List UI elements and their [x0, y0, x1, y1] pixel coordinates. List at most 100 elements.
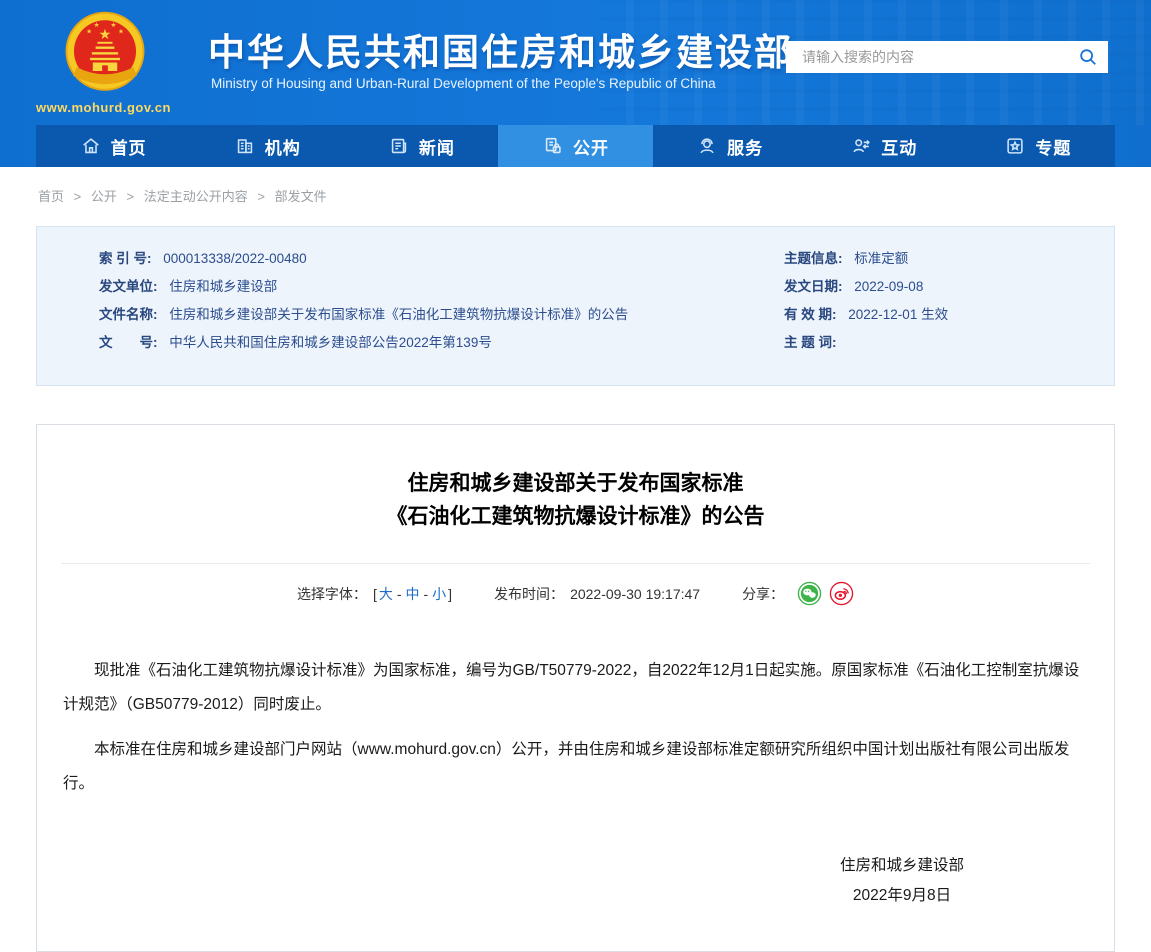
signature-org: 住房和城乡建设部 [839, 857, 964, 874]
info-row-topic-info: 主题信息: 标准定额 [784, 251, 1114, 266]
info-value: 住房和城乡建设部 [169, 279, 278, 294]
weibo-share-icon[interactable] [829, 581, 854, 606]
nav-item-home[interactable]: 首页 [36, 125, 190, 167]
svg-text:★: ★ [94, 22, 100, 29]
font-size-dash: - [396, 585, 402, 602]
info-label: 发文单位: [99, 279, 158, 294]
font-size-small[interactable]: 小 [432, 584, 446, 604]
info-value: 000013338/2022-00480 [163, 251, 307, 266]
info-label: 发文日期: [784, 279, 843, 294]
font-size-large[interactable]: 大 [379, 584, 393, 604]
article-panel: 住房和城乡建设部关于发布国家标准 《石油化工建筑物抗爆设计标准》的公告 选择字体… [36, 424, 1115, 952]
breadcrumb-statutory-content[interactable]: 法定主动公开内容 [144, 189, 248, 204]
nav-item-label: 互动 [881, 138, 918, 158]
share-group: 分享： [742, 581, 854, 606]
font-size-selector: 选择字体： [ 大 - 中 - 小 ] [297, 584, 452, 604]
paragraph: 本标准在住房和城乡建设部门户网站（www.mohurd.gov.cn）公开，并由… [63, 741, 1070, 792]
interaction-arrows-icon [850, 135, 872, 157]
breadcrumb: 首页 > 公开 > 法定主动公开内容 > 部发文件 [38, 186, 1151, 205]
paragraph: 现批准《石油化工建筑物抗爆设计标准》为国家标准，编号为GB/T50779-202… [63, 662, 1080, 713]
info-row-document-name: 文件名称: 住房和城乡建设部关于发布国家标准《石油化工建筑物抗爆设计标准》的公告 [99, 307, 784, 322]
info-row-index-number: 索 引 号: 000013338/2022-00480 [99, 251, 784, 266]
info-value: 2022-09-08 [854, 279, 924, 294]
nav-item-disclosure[interactable]: 公开 [498, 125, 653, 167]
info-label: 主题信息: [784, 251, 843, 266]
nav-item-label: 机构 [264, 138, 301, 158]
site-header: ★ ★ ★ ★ ★ www.mohurd.gov.cn 中华人民共和国住房和城乡… [0, 0, 1151, 167]
publish-time-value: 2022-09-30 19:17:47 [570, 585, 701, 602]
national-emblem-logo: ★ ★ ★ ★ ★ [58, 8, 152, 102]
org-building-icon [234, 135, 256, 157]
nav-item-news[interactable]: 新闻 [344, 125, 498, 167]
title-divider [61, 563, 1090, 564]
article-body: 现批准《石油化工建筑物抗爆设计标准》为国家标准，编号为GB/T50779-202… [63, 654, 1088, 801]
svg-text:★: ★ [111, 22, 117, 29]
article-title: 住房和城乡建设部关于发布国家标准 《石油化工建筑物抗爆设计标准》的公告 [37, 467, 1114, 533]
nav-item-topics[interactable]: 专题 [961, 125, 1115, 167]
svg-text:★: ★ [118, 28, 124, 35]
bracket-close: ] [448, 585, 453, 602]
news-icon [388, 135, 410, 157]
publish-time-label: 发布时间： [494, 585, 565, 602]
search-box [786, 41, 1108, 73]
nav-item-label: 首页 [110, 138, 147, 158]
info-value: 中华人民共和国住房和城乡建设部公告2022年第139号 [169, 335, 492, 350]
breadcrumb-disclosure[interactable]: 公开 [91, 189, 117, 204]
info-value: 住房和城乡建设部关于发布国家标准《石油化工建筑物抗爆设计标准》的公告 [169, 307, 629, 322]
info-value: 标准定额 [854, 251, 909, 266]
svg-text:★: ★ [86, 28, 92, 35]
breadcrumb-separator: > [126, 189, 135, 204]
nav-item-org[interactable]: 机构 [190, 125, 344, 167]
site-url: www.mohurd.gov.cn [36, 100, 171, 115]
article-meta-row: 选择字体： [ 大 - 中 - 小 ] 发布时间： 2022-09-30 19:… [37, 581, 1114, 606]
font-size-medium[interactable]: 中 [406, 584, 420, 604]
main-nav: 首页 机构 新闻 公开 服务 互动 专题 [36, 125, 1115, 167]
page: ★ ★ ★ ★ ★ www.mohurd.gov.cn 中华人民共和国住房和城乡… [0, 0, 1151, 952]
font-size-dash: - [423, 585, 429, 602]
nav-item-label: 服务 [727, 138, 764, 158]
article-title-line2: 《石油化工建筑物抗爆设计标准》的公告 [386, 505, 765, 528]
svg-text:★: ★ [99, 26, 112, 42]
font-selector-label: 选择字体： [296, 585, 367, 602]
document-info-panel: 索 引 号: 000013338/2022-00480 发文单位: 住房和城乡建… [36, 226, 1115, 386]
info-row-document-number: 文 号: 中华人民共和国住房和城乡建设部公告2022年第139号 [99, 335, 784, 350]
signature-date: 2022年9月8日 [852, 887, 952, 904]
info-panel-right: 主题信息: 标准定额 发文日期: 2022-09-08 有 效 期: 2022-… [784, 251, 1114, 385]
share-label: 分享： [742, 585, 785, 602]
search-icon[interactable] [1078, 47, 1098, 67]
disclosure-doc-lock-icon [542, 135, 564, 157]
breadcrumb-separator: > [257, 189, 265, 204]
topics-star-icon [1004, 135, 1026, 157]
info-row-issuing-unit: 发文单位: 住房和城乡建设部 [99, 279, 784, 294]
site-subtitle: Ministry of Housing and Urban-Rural Deve… [211, 76, 716, 91]
nav-item-label: 专题 [1035, 138, 1072, 158]
breadcrumb-current: 部发文件 [274, 189, 327, 204]
info-label: 有 效 期: [784, 307, 837, 322]
info-label: 文件名称: [99, 307, 158, 322]
nav-item-label: 公开 [572, 138, 609, 158]
wechat-share-icon[interactable] [797, 581, 822, 606]
signature-block: 住房和城乡建设部 2022年9月8日 [37, 851, 1114, 911]
info-row-validity: 有 效 期: 2022-12-01 生效 [784, 307, 1114, 322]
info-panel-left: 索 引 号: 000013338/2022-00480 发文单位: 住房和城乡建… [99, 251, 784, 385]
info-label: 索 引 号: [99, 251, 152, 266]
service-person-icon [696, 135, 718, 157]
info-row-keywords: 主 题 词: [784, 335, 1114, 350]
article-title-line1: 住房和城乡建设部关于发布国家标准 [407, 472, 744, 495]
info-label: 主 题 词: [784, 335, 837, 350]
breadcrumb-separator: > [73, 189, 82, 204]
breadcrumb-home[interactable]: 首页 [38, 189, 64, 204]
bracket-open: [ [372, 585, 377, 602]
info-row-issue-date: 发文日期: 2022-09-08 [784, 279, 1114, 294]
nav-item-interaction[interactable]: 互动 [807, 125, 961, 167]
info-value: 2022-12-01 生效 [848, 307, 949, 322]
publish-time: 发布时间： 2022-09-30 19:17:47 [494, 584, 700, 604]
signature-inner: 住房和城乡建设部 2022年9月8日 [840, 851, 964, 911]
nav-item-label: 新闻 [418, 138, 455, 158]
home-icon [80, 135, 102, 157]
search-input[interactable] [800, 48, 1078, 66]
site-title: 中华人民共和国住房和城乡建设部 [208, 32, 793, 73]
info-label: 文 号: [99, 335, 158, 350]
header-inner: ★ ★ ★ ★ ★ www.mohurd.gov.cn 中华人民共和国住房和城乡… [36, 0, 1115, 125]
nav-item-service[interactable]: 服务 [653, 125, 807, 167]
